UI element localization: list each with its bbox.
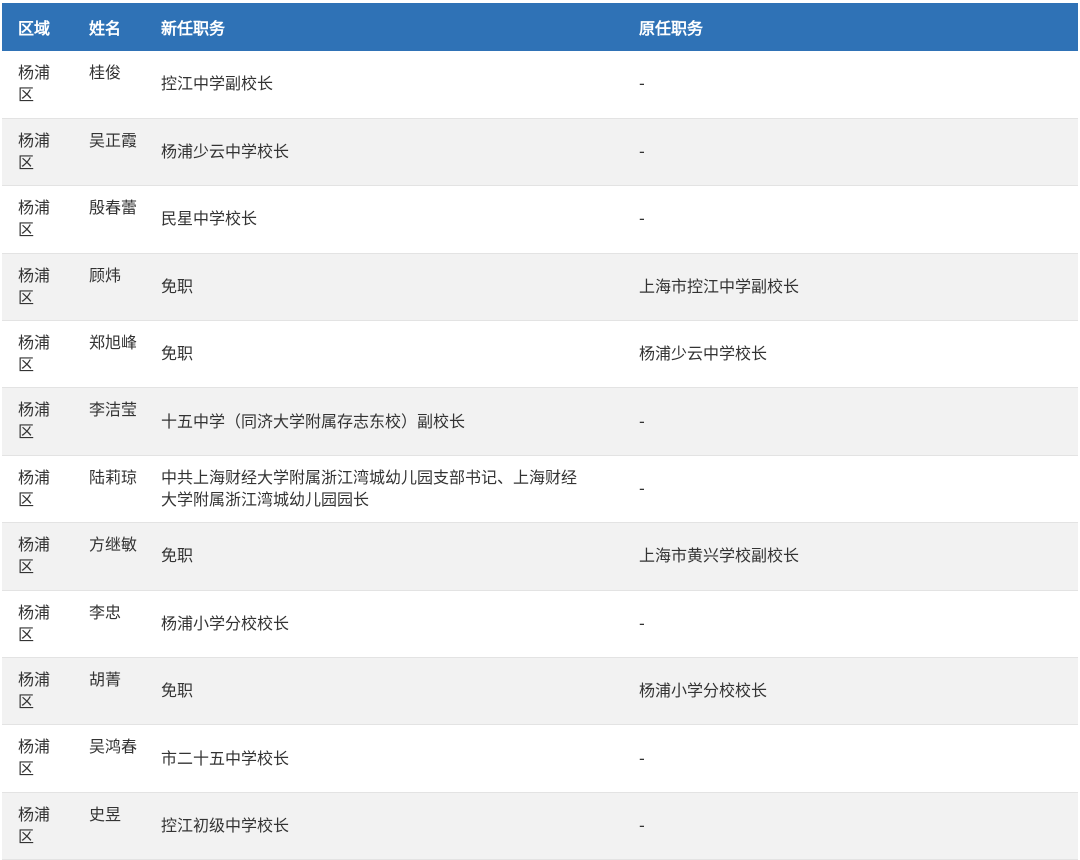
cell-name: 桂俊 [89,63,122,82]
cell-region: 杨浦区 [18,467,51,509]
appointments-table-container: 区域 姓名 新任职务 原任职务 杨浦区 桂俊 控江中学副校长 - 杨浦区 吴正霞… [2,3,1078,860]
cell-region: 杨浦区 [18,670,51,712]
cell-region: 杨浦区 [18,602,51,644]
table-row: 杨浦区 殷春蕾 民星中学校长 - [2,186,1078,254]
table-row: 杨浦区 李洁莹 十五中学（同济大学附属存志东校）副校长 - [2,387,1078,456]
cell-old-post: 上海市黄兴学校副校长 [639,546,800,566]
cell-name: 李忠 [89,602,122,622]
cell-name: 胡菁 [89,670,122,690]
table-row: 杨浦区 郑旭峰 免职 杨浦少云中学校长 [2,321,1078,388]
cell-region: 杨浦区 [18,130,51,172]
cell-old-post: - [639,209,645,229]
table-row: 杨浦区 桂俊 控江中学副校长 - [2,51,1078,119]
cell-name: 吴鸿春 [89,737,138,757]
cell-name: 郑旭峰 [89,333,138,353]
cell-new-post: 免职 [161,344,194,364]
cell-new-post: 民星中学校长 [161,209,258,229]
cell-new-post: 免职 [161,276,194,296]
cell-new-post: 十五中学（同济大学附属存志东校）副校长 [161,411,466,431]
table-row: 杨浦区 顾炜 免职 上海市控江中学副校长 [2,253,1078,321]
cell-old-post: - [639,479,645,499]
cell-name: 方继敏 [89,535,138,555]
cell-region: 杨浦区 [18,63,51,104]
cell-region: 杨浦区 [18,535,51,577]
cell-region: 杨浦区 [18,198,51,240]
cell-old-post: 杨浦小学分校校长 [639,681,768,701]
cell-old-post: - [639,613,645,633]
cell-new-post: 免职 [161,681,194,701]
cell-region: 杨浦区 [18,265,51,307]
table-row: 杨浦区 吴正霞 杨浦少云中学校长 - [2,118,1078,186]
table-row: 杨浦区 方继敏 免职 上海市黄兴学校副校长 [2,522,1078,591]
cell-new-post: 免职 [161,546,194,566]
header-region: 区域 [18,19,51,38]
cell-region: 杨浦区 [18,737,51,779]
appointments-table: 区域 姓名 新任职务 原任职务 杨浦区 桂俊 控江中学副校长 - 杨浦区 吴正霞… [2,3,1078,860]
cell-name: 陆莉琼 [89,467,138,487]
cell-old-post: - [639,411,645,431]
table-header-row: 区域 姓名 新任职务 原任职务 [2,3,1078,51]
cell-old-post: - [639,74,645,94]
cell-region: 杨浦区 [18,804,51,846]
table-row: 杨浦区 史昱 控江初级中学校长 - [2,792,1078,860]
cell-old-post: 上海市控江中学副校长 [639,276,800,296]
cell-new-post: 市二十五中学校长 [161,748,290,768]
cell-old-post: - [639,748,645,768]
table-row: 杨浦区 李忠 杨浦小学分校校长 - [2,590,1078,658]
cell-old-post: - [639,142,645,162]
cell-old-post: - [639,815,645,835]
cell-old-post: 杨浦少云中学校长 [639,344,768,364]
cell-new-post: 杨浦少云中学校长 [161,142,290,162]
cell-new-post: 中共上海财经大学附属浙江湾城幼儿园支部书记、上海财经大学附属浙江湾城幼儿园园长 [161,468,578,510]
cell-new-post: 控江中学副校长 [161,74,274,94]
cell-new-post: 控江初级中学校长 [161,815,290,835]
table-row: 杨浦区 胡菁 免职 杨浦小学分校校长 [2,657,1078,725]
cell-name: 史昱 [89,804,122,824]
header-old-post: 原任职务 [639,19,704,38]
cell-name: 殷春蕾 [89,198,138,218]
header-new-post: 新任职务 [161,19,226,38]
header-name: 姓名 [89,19,122,38]
cell-region: 杨浦区 [18,400,51,442]
cell-name: 顾炜 [89,265,122,285]
cell-new-post: 杨浦小学分校校长 [161,613,290,633]
table-row: 杨浦区 吴鸿春 市二十五中学校长 - [2,725,1078,793]
table-row: 杨浦区 陆莉琼 中共上海财经大学附属浙江湾城幼儿园支部书记、上海财经大学附属浙江… [2,455,1078,523]
cell-name: 李洁莹 [89,400,138,420]
cell-name: 吴正霞 [89,130,138,150]
cell-region: 杨浦区 [18,333,51,375]
